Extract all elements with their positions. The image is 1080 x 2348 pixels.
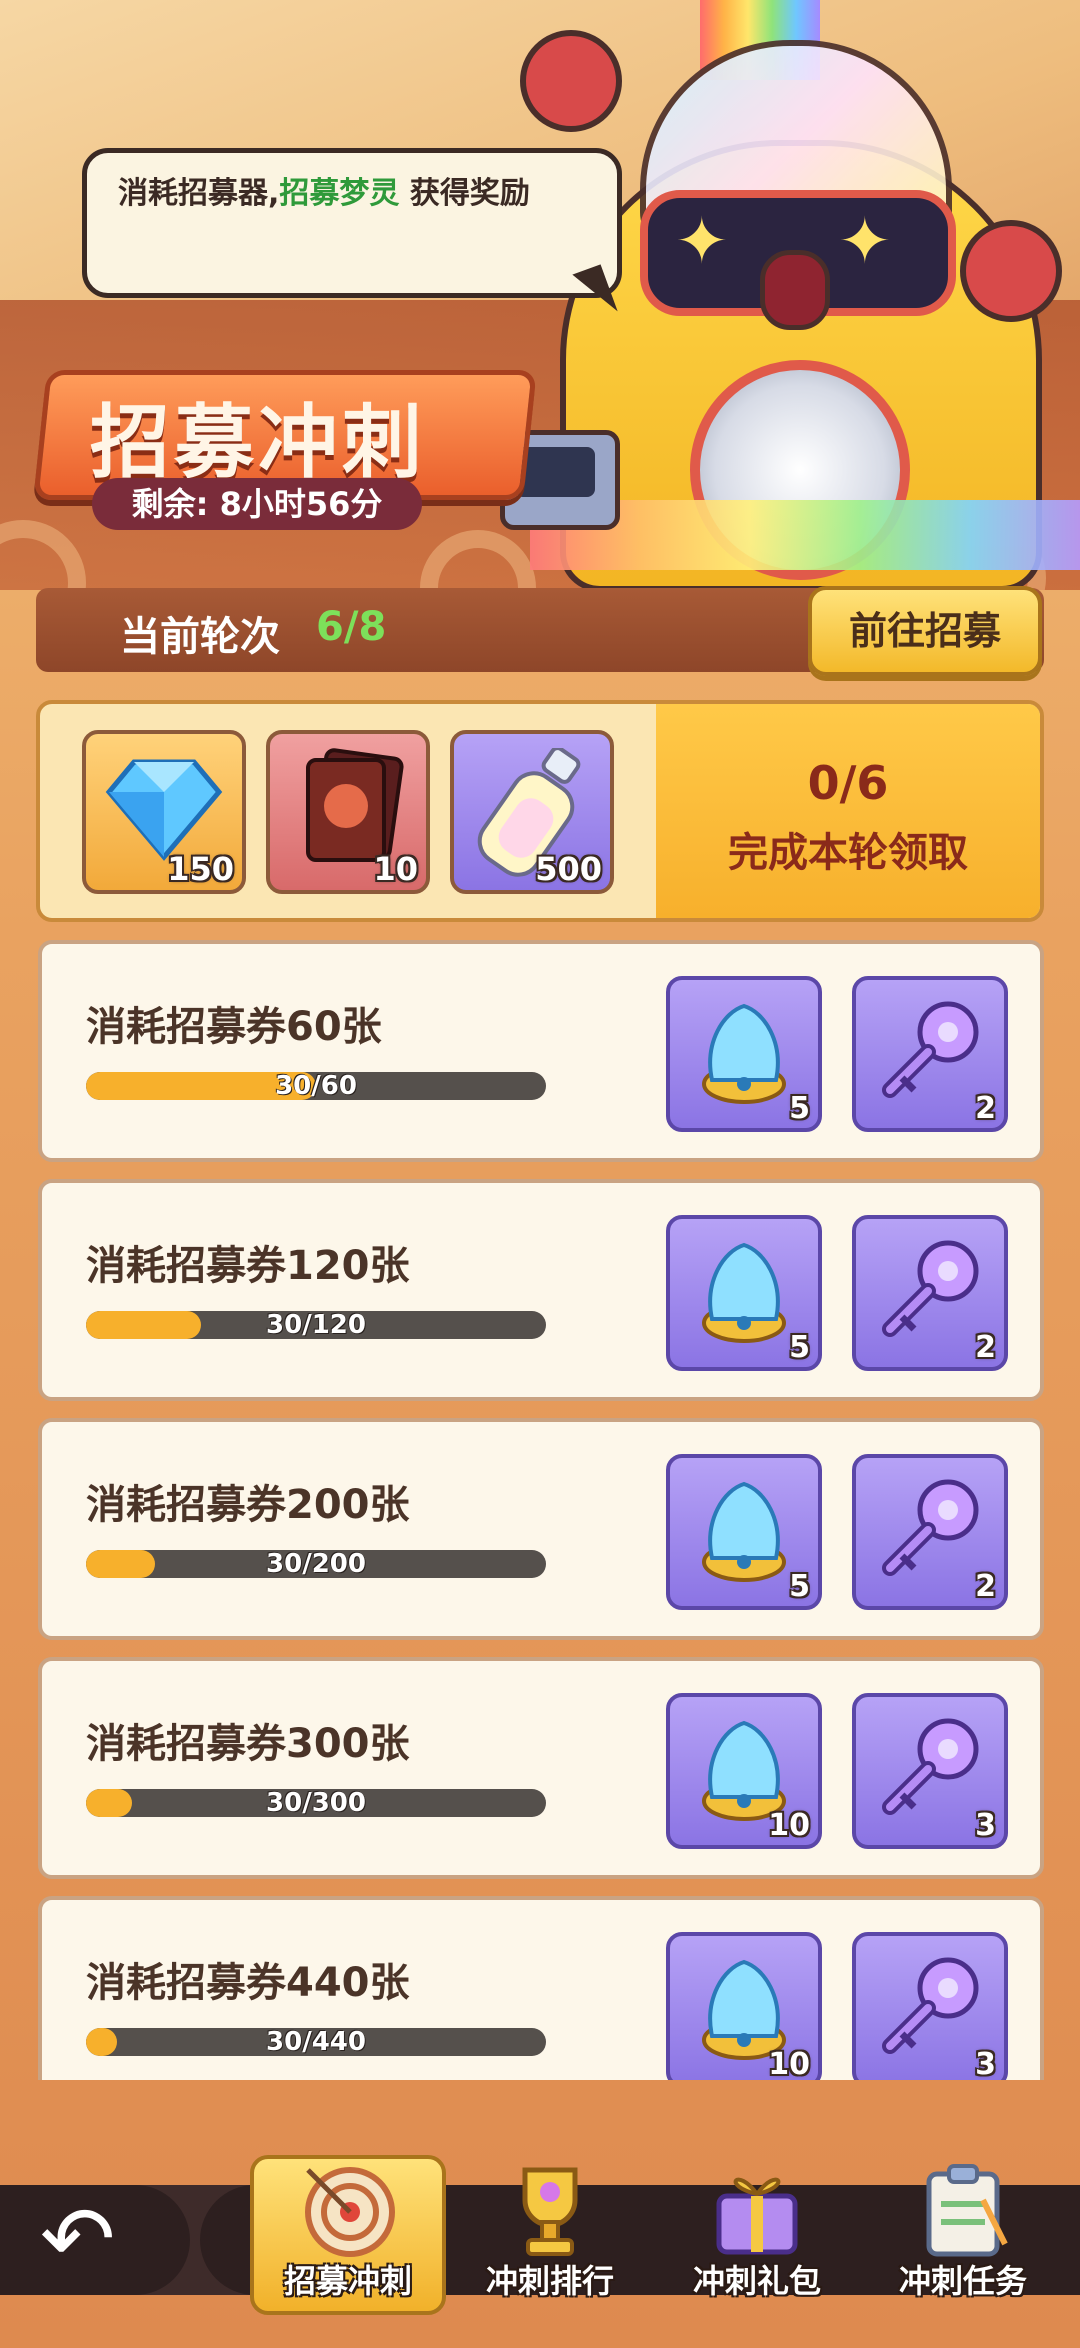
task-reward-item[interactable]: 2 <box>852 1215 1008 1371</box>
task-reward-item[interactable]: 10 <box>666 1932 822 2080</box>
tab-sprint-tasks[interactable]: 冲刺任务 <box>868 2160 1058 2310</box>
task-card[interactable]: 消耗招募券120张 30/120 5 2 <box>38 1179 1044 1401</box>
task-progress-bar: 30/120 <box>86 1311 546 1339</box>
spirit-orb-icon <box>702 1003 786 1104</box>
round-reward-item[interactable]: 10 <box>266 730 430 894</box>
star-eye-icon: ✦ <box>675 205 729 279</box>
reward-quantity: 3 <box>975 2047 996 2080</box>
reward-quantity: 2 <box>975 1091 996 1126</box>
bubble-text-highlight: 招募梦灵 <box>279 176 400 211</box>
task-reward-item[interactable]: 5 <box>666 976 822 1132</box>
round-reward-item[interactable]: 150 <box>82 730 246 894</box>
task-progress-text: 30/60 <box>275 1072 357 1100</box>
task-progress-bar: 30/60 <box>86 1072 546 1100</box>
task-reward-item[interactable]: 5 <box>666 1215 822 1371</box>
round-claim-text: 完成本轮领取 <box>728 830 968 876</box>
gift-box-icon <box>716 2177 798 2255</box>
speech-bubble <box>82 148 622 298</box>
reward-quantity: 10 <box>768 1808 810 1843</box>
reward-quantity: 5 <box>789 1569 810 1604</box>
tab-label: 冲刺任务 <box>898 2262 1027 2300</box>
task-reward-item[interactable]: 2 <box>852 976 1008 1132</box>
spirit-orb-icon <box>702 1242 786 1343</box>
clipboard-icon <box>926 2164 1008 2257</box>
task-card[interactable]: 消耗招募券200张 30/200 5 2 <box>38 1418 1044 1640</box>
purple-key-icon <box>882 1001 979 1098</box>
task-reward-item[interactable]: 3 <box>852 1693 1008 1849</box>
diamond-icon <box>105 759 223 861</box>
purple-key-icon <box>882 1479 979 1576</box>
task-title: 消耗招募券60张 <box>86 1004 382 1050</box>
robot-arm <box>960 220 1062 322</box>
task-list[interactable]: 消耗招募券60张 30/60 5 2 消耗招募券120张 30/120 5 2 消耗招募券200… <box>0 940 1080 2080</box>
reward-quantity: 10 <box>373 850 418 888</box>
round-claim-panel[interactable] <box>656 704 1040 918</box>
task-progress-text: 30/440 <box>266 2028 366 2056</box>
task-card[interactable]: 消耗招募券60张 30/60 5 2 <box>38 940 1044 1162</box>
tab-label: 冲刺排行 <box>485 2262 614 2300</box>
task-reward-item[interactable]: 2 <box>852 1454 1008 1610</box>
task-progress-bar: 30/440 <box>86 2028 546 2056</box>
reward-quantity: 10 <box>768 2047 810 2080</box>
purple-key-icon <box>882 1957 979 2054</box>
round-progress: 0/6 <box>807 756 889 810</box>
task-reward-item[interactable]: 3 <box>852 1932 1008 2080</box>
star-eye-icon: ✦ <box>838 205 892 279</box>
reward-quantity: 3 <box>975 1808 996 1843</box>
bubble-text-pre: 消耗招募器, <box>118 176 280 211</box>
task-progress-text: 30/120 <box>266 1311 366 1339</box>
task-progress-bar: 30/200 <box>86 1550 546 1578</box>
speech-bubble-text: 消耗招募器,招募梦灵 获得奖励 <box>118 176 598 212</box>
purple-key-icon <box>882 1240 979 1337</box>
task-progress-bar: 30/300 <box>86 1789 546 1817</box>
task-card[interactable]: 消耗招募券440张 30/440 10 3 <box>38 1896 1044 2080</box>
tab-label: 冲刺礼包 <box>692 2262 821 2300</box>
task-title: 消耗招募券440张 <box>86 1960 410 2006</box>
task-progress-text: 30/200 <box>266 1550 366 1578</box>
reward-quantity: 500 <box>535 850 602 888</box>
round-reward-item[interactable]: 500 <box>450 730 614 894</box>
tab-recruit-sprint[interactable]: 招募冲刺 <box>253 2160 443 2310</box>
task-progress-text: 30/300 <box>266 1789 366 1817</box>
round-label: 当前轮次 <box>120 614 280 660</box>
purple-key-icon <box>882 1718 979 1815</box>
reward-quantity: 5 <box>789 1330 810 1365</box>
task-reward-item[interactable]: 5 <box>666 1454 822 1610</box>
event-title: 招募冲刺 <box>90 396 426 489</box>
round-value: 6/8 <box>316 604 387 650</box>
tab-sprint-ranking[interactable]: 冲刺排行 <box>455 2160 645 2310</box>
task-title: 消耗招募券200张 <box>86 1482 410 1528</box>
bubble-text-post: 获得奖励 <box>399 176 530 211</box>
tab-sprint-gift[interactable]: 冲刺礼包 <box>662 2160 852 2310</box>
task-title: 消耗招募券300张 <box>86 1721 410 1767</box>
task-card[interactable]: 消耗招募券300张 30/300 10 3 <box>38 1657 1044 1879</box>
reward-quantity: 2 <box>975 1330 996 1365</box>
event-timer: 剩余: 8小时56分 <box>92 478 422 530</box>
robot-mouth <box>760 250 830 330</box>
reward-quantity: 150 <box>167 850 234 888</box>
reward-quantity: 2 <box>975 1569 996 1604</box>
task-title: 消耗招募券120张 <box>86 1243 410 1289</box>
goto-recruit-button[interactable]: 前往招募 <box>808 586 1042 676</box>
task-reward-item[interactable]: 10 <box>666 1693 822 1849</box>
tab-label: 招募冲刺 <box>283 2262 412 2300</box>
trophy-icon <box>522 2167 578 2256</box>
back-arrow-icon[interactable]: ↶ <box>40 2190 115 2290</box>
dartboard-icon <box>305 2167 395 2257</box>
robot-arm <box>520 30 622 132</box>
spirit-orb-icon <box>702 1481 786 1582</box>
reward-quantity: 5 <box>789 1091 810 1126</box>
